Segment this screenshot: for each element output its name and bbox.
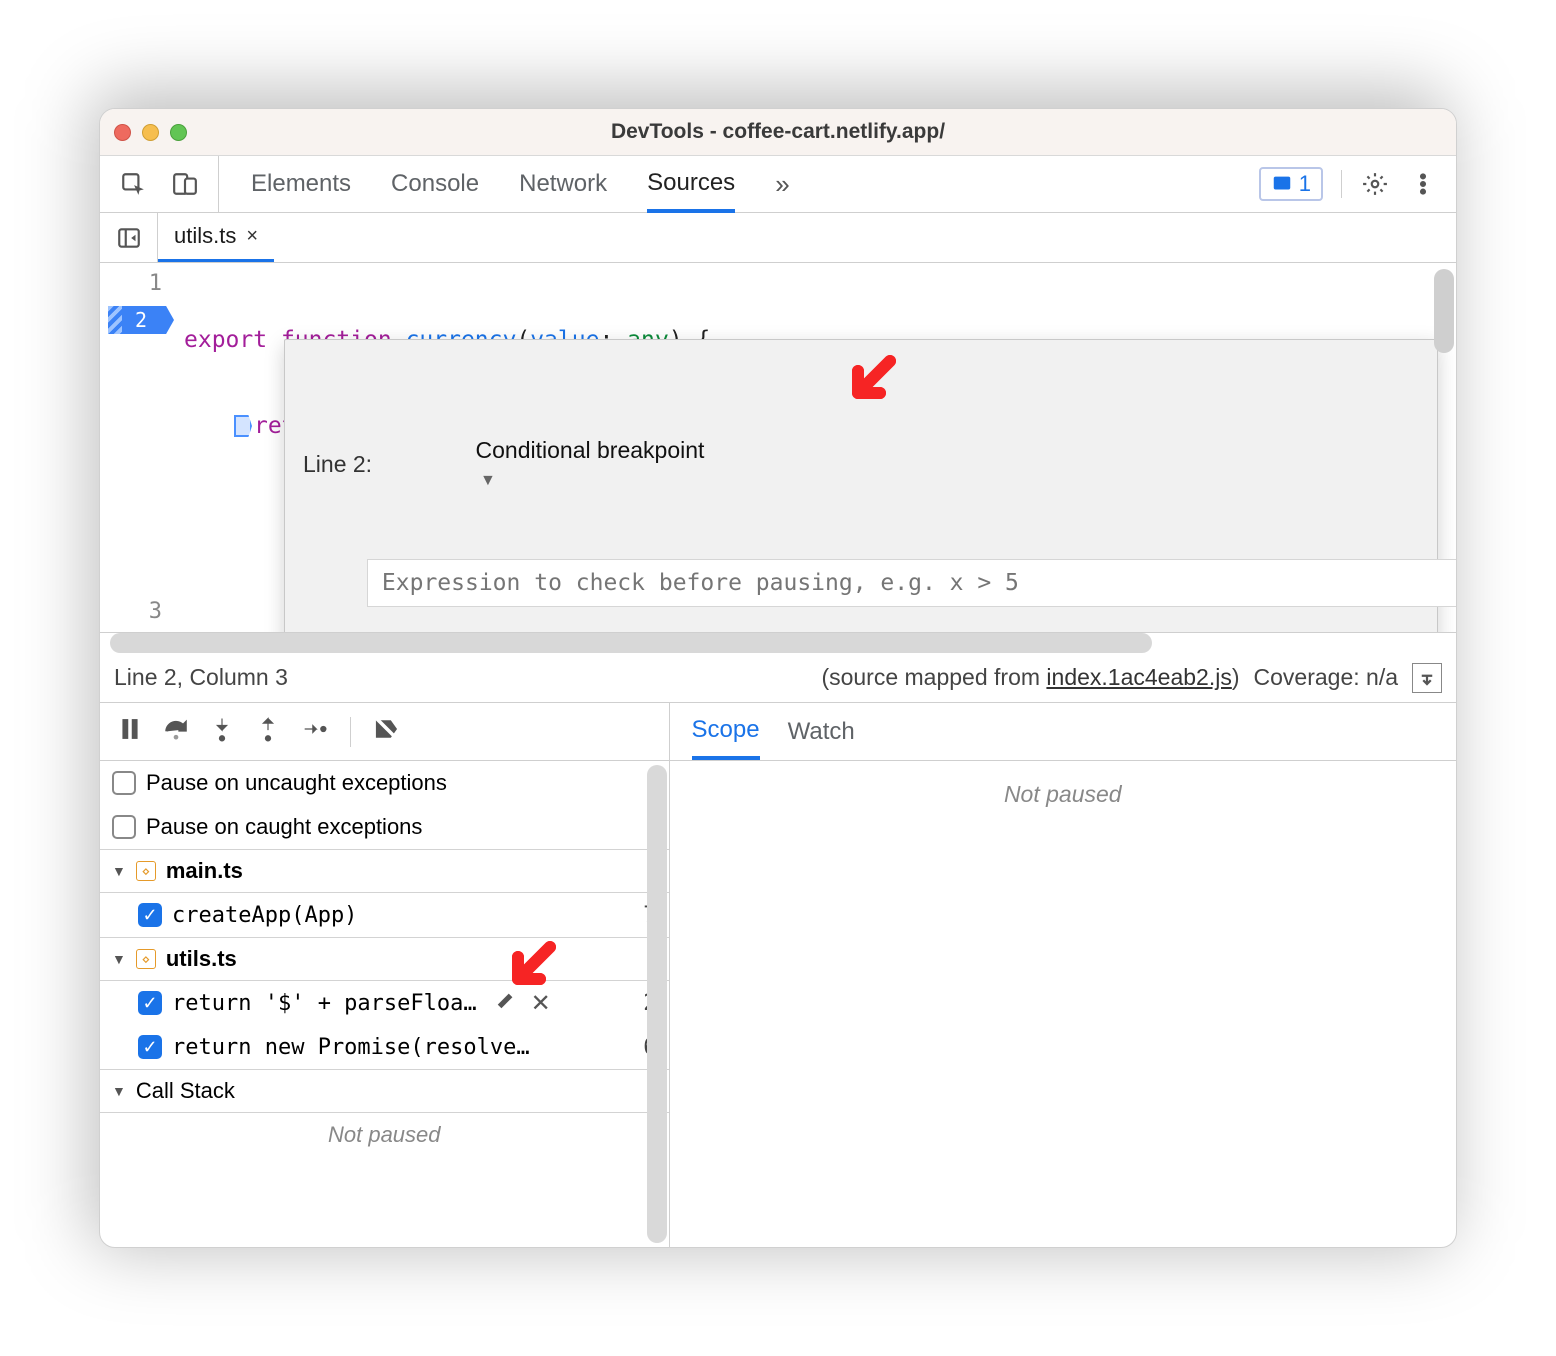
file-tab-utils[interactable]: utils.ts ×: [158, 213, 274, 262]
checkbox-checked-icon[interactable]: ✓: [138, 991, 162, 1015]
tab-sources[interactable]: Sources: [647, 157, 735, 213]
gutter-line-1[interactable]: 1: [100, 271, 162, 305]
issues-badge[interactable]: 1: [1259, 167, 1323, 201]
more-tabs-button[interactable]: »: [775, 169, 789, 200]
pause-icon[interactable]: [116, 715, 144, 748]
devtools-window: DevTools - coffee-cart.netlify.app/ Elem…: [99, 108, 1457, 1248]
line-gutter[interactable]: 1 2 3: [100, 263, 172, 632]
tab-network[interactable]: Network: [519, 156, 607, 212]
settings-icon[interactable]: [1360, 169, 1390, 199]
bp-item-return-dollar[interactable]: ✓ return '$' + parseFloa… ✕ 2: [100, 981, 669, 1025]
coverage-info: Coverage: n/a: [1254, 664, 1398, 691]
debugger-toolbar: [100, 703, 669, 761]
editor-status-bar: Line 2, Column 3 (source mapped from ind…: [100, 653, 1456, 703]
divider: [1341, 170, 1342, 198]
chevron-down-icon: ▼: [112, 1083, 126, 1099]
show-navigator-icon[interactable]: [100, 213, 158, 262]
more-menu-icon[interactable]: [1408, 169, 1438, 199]
breakpoints-panel: Pause on uncaught exceptions Pause on ca…: [100, 761, 669, 1247]
bp-item-createapp[interactable]: ✓ createApp(App) 7: [100, 893, 669, 937]
checkbox-checked-icon[interactable]: ✓: [138, 903, 162, 927]
chevron-down-icon: ▼: [476, 472, 496, 489]
gutter-line-2[interactable]: 2: [100, 305, 162, 339]
step-into-icon[interactable]: [208, 715, 236, 748]
call-stack-header[interactable]: ▼ Call Stack: [100, 1069, 669, 1113]
ts-file-icon: ⋄: [136, 949, 156, 969]
bp-file-utils[interactable]: ▼ ⋄ utils.ts: [100, 937, 669, 981]
debugger-right-panel: Scope Watch Not paused: [670, 703, 1456, 1247]
tab-console[interactable]: Console: [391, 156, 479, 212]
vertical-scrollbar[interactable]: [1434, 269, 1454, 353]
breakpoint-condition-input[interactable]: [367, 559, 1456, 607]
breakpoint-marker[interactable]: 2: [108, 306, 174, 334]
horizontal-scrollbar[interactable]: [100, 633, 1456, 653]
tab-elements[interactable]: Elements: [251, 156, 351, 212]
titlebar: DevTools - coffee-cart.netlify.app/: [100, 109, 1456, 155]
checkbox-unchecked-icon[interactable]: [112, 815, 136, 839]
bp-item-return-promise[interactable]: ✓ return new Promise(resolve… 6: [100, 1025, 669, 1069]
tab-watch[interactable]: Watch: [788, 718, 855, 746]
tab-scope[interactable]: Scope: [692, 703, 760, 760]
inline-breakpoint-icon[interactable]: [234, 415, 252, 437]
breakpoint-line-label: Line 2:: [303, 451, 372, 478]
scope-watch-tabs: Scope Watch: [670, 703, 1456, 761]
code-content[interactable]: export function currency(value: any) { r…: [172, 263, 1456, 632]
vertical-scrollbar[interactable]: [647, 765, 667, 1243]
file-tab-label: utils.ts: [174, 223, 236, 249]
source-map-link[interactable]: index.1ac4eab2.js: [1046, 664, 1231, 690]
bp-file-main[interactable]: ▼ ⋄ main.ts: [100, 849, 669, 893]
device-toolbar-icon[interactable]: [170, 169, 200, 199]
main-tabstrip: Elements Console Network Sources » 1: [100, 155, 1456, 213]
code-editor[interactable]: 1 2 3 export function currency(value: an…: [100, 263, 1456, 633]
pause-caught-row[interactable]: Pause on caught exceptions: [100, 805, 669, 849]
breakpoint-type-dropdown[interactable]: Conditional breakpoint ▼: [386, 410, 704, 518]
window-title: DevTools - coffee-cart.netlify.app/: [100, 120, 1456, 144]
annotation-arrow-icon: [702, 325, 900, 443]
annotation-arrow-icon: [500, 937, 560, 1003]
pause-uncaught-row[interactable]: Pause on uncaught exceptions: [100, 761, 669, 805]
chevron-down-icon: ▼: [112, 951, 126, 967]
checkbox-unchecked-icon[interactable]: [112, 771, 136, 795]
step-over-icon[interactable]: [162, 715, 190, 748]
toggle-bottom-panel-icon[interactable]: [1412, 663, 1442, 693]
chevron-down-icon: ▼: [112, 863, 126, 879]
close-file-tab-icon[interactable]: ×: [246, 225, 258, 248]
source-map-info: (source mapped from index.1ac4eab2.js): [821, 664, 1239, 691]
step-out-icon[interactable]: [254, 715, 282, 748]
scope-body: Not paused: [670, 761, 1456, 1247]
call-stack-empty: Not paused: [100, 1113, 669, 1157]
debugger-split: Pause on uncaught exceptions Pause on ca…: [100, 703, 1456, 1247]
gutter-line-3[interactable]: 3: [100, 599, 162, 633]
source-tabbar: utils.ts ×: [100, 213, 1456, 263]
ts-file-icon: ⋄: [136, 861, 156, 881]
not-paused-label: Not paused: [1004, 781, 1122, 808]
divider: [350, 717, 351, 747]
issues-count: 1: [1299, 171, 1311, 197]
deactivate-breakpoints-icon[interactable]: [373, 715, 401, 748]
cursor-position: Line 2, Column 3: [114, 664, 288, 691]
checkbox-checked-icon[interactable]: ✓: [138, 1035, 162, 1059]
inspect-element-icon[interactable]: [118, 169, 148, 199]
step-icon[interactable]: [300, 715, 328, 748]
debugger-left-panel: Pause on uncaught exceptions Pause on ca…: [100, 703, 670, 1247]
